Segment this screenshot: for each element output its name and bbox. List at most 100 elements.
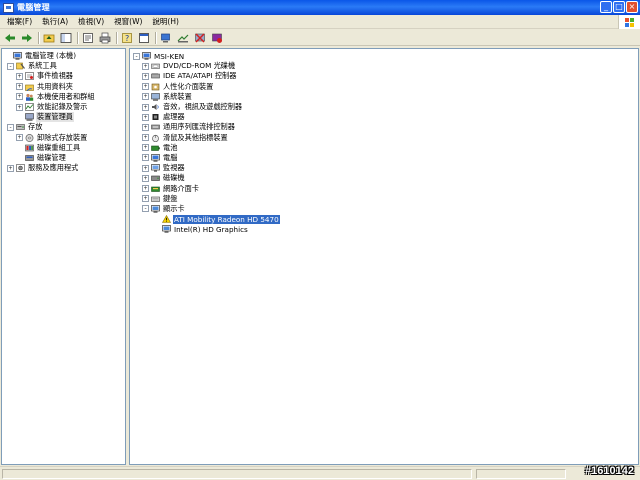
up-level-button[interactable] — [42, 31, 56, 44]
expand-icon[interactable]: + — [142, 164, 149, 172]
tree-node-label: 裝置管理員 — [36, 112, 74, 123]
tree-node-label: 通用序列匯流排控制器 — [163, 122, 235, 132]
print-icon — [99, 32, 111, 43]
sound-icon — [151, 103, 160, 111]
scan-hardware-button[interactable] — [159, 31, 173, 44]
expand-icon[interactable]: + — [142, 123, 149, 131]
expand-icon[interactable]: + — [142, 72, 149, 80]
storage-icon — [16, 123, 25, 131]
collapse-icon[interactable]: - — [7, 62, 14, 70]
device-category-5[interactable]: + 處理器 — [130, 112, 638, 122]
tree-item-0-1[interactable]: + 共用資料夾 — [2, 82, 125, 92]
forward-button[interactable] — [20, 31, 34, 44]
status-cell-secondary — [476, 469, 566, 479]
expand-icon[interactable]: + — [142, 154, 149, 162]
device-category-12[interactable]: + 網路介面卡 — [130, 183, 638, 193]
console-tree-button[interactable] — [137, 31, 151, 44]
device-category-3[interactable]: + 系統裝置 — [130, 92, 638, 102]
expand-icon[interactable]: + — [142, 83, 149, 91]
expand-icon[interactable]: + — [142, 195, 149, 203]
expand-icon[interactable]: + — [16, 93, 23, 101]
tree-node-label: Intel(R) HD Graphics — [174, 224, 248, 234]
tree-item-0-2[interactable]: + 本機使用者和群組 — [2, 92, 125, 102]
tree-node-label: 共用資料夾 — [37, 81, 73, 91]
device-category-6[interactable]: + 通用序列匯流排控制器 — [130, 122, 638, 132]
tree-node-label: ATI Mobility Radeon HD 5470 — [172, 213, 281, 225]
minimize-button[interactable]: _ — [600, 1, 612, 13]
collapse-icon[interactable]: - — [7, 123, 14, 131]
windows-logo-icon — [618, 15, 640, 29]
device-item-14-1[interactable]: Intel(R) HD Graphics — [130, 224, 638, 234]
device-tree-root[interactable]: - MSI-KEN — [130, 51, 638, 61]
tree-group-2[interactable]: + 服務及應用程式 — [2, 163, 125, 173]
tree-group-0[interactable]: - 系統工具 — [2, 61, 125, 71]
device-item-14-0[interactable]: ATI Mobility Radeon HD 5470 — [130, 213, 638, 225]
expand-icon[interactable]: + — [142, 185, 149, 193]
expand-icon[interactable]: + — [16, 72, 23, 80]
maximize-button[interactable]: □ — [613, 1, 625, 13]
disable-button[interactable] — [210, 31, 224, 44]
properties-button[interactable] — [81, 31, 95, 44]
collapse-icon[interactable]: - — [142, 205, 149, 213]
expand-icon[interactable]: + — [142, 174, 149, 182]
device-category-13[interactable]: + 鍵盤 — [130, 194, 638, 204]
menu-window[interactable]: 視窗(W) — [109, 16, 147, 27]
local-users-icon — [25, 93, 34, 101]
device-category-1[interactable]: + IDE ATA/ATAPI 控制器 — [130, 71, 638, 81]
device-category-4[interactable]: + 音效，視訊及遊戲控制器 — [130, 102, 638, 112]
forward-arrow-icon — [22, 33, 32, 42]
toolbar-separator — [38, 31, 39, 44]
device-category-0[interactable]: + DVD/CD-ROM 光碟機 — [130, 61, 638, 71]
device-category-8[interactable]: + 電池 — [130, 143, 638, 153]
expand-icon[interactable]: + — [142, 62, 149, 70]
collapse-icon[interactable]: - — [133, 52, 140, 60]
tree-root-computer-management[interactable]: 電腦管理 (本機) — [2, 51, 125, 61]
expand-icon[interactable]: + — [142, 113, 149, 121]
expand-icon[interactable]: + — [16, 134, 23, 142]
device-category-11[interactable]: + 磁碟機 — [130, 173, 638, 183]
tree-item-0-3[interactable]: + 效能記錄及警示 — [2, 102, 125, 112]
menu-file[interactable]: 檔案(F) — [2, 16, 37, 27]
tree-item-1-1[interactable]: 磁碟重組工具 — [2, 143, 125, 153]
device-category-14[interactable]: - 顯示卡 — [130, 204, 638, 214]
tree-node-label: 磁碟機 — [163, 173, 185, 183]
update-driver-icon — [177, 34, 189, 42]
show-hide-tree-button[interactable] — [59, 31, 73, 44]
tree-item-0-0[interactable]: + 事件檢視器 — [2, 71, 125, 81]
device-tree-pane[interactable]: - MSI-KEN + DVD/CD-ROM 光碟機 + IDE ATA/ATAPI 控制… — [129, 48, 639, 465]
console-tree-pane[interactable]: 電腦管理 (本機) - 系統工具 + 事件檢視器 + 共用資料夾 + 本機使用者和群組 + 效能記錄… — [1, 48, 126, 465]
menu-action[interactable]: 執行(A) — [37, 16, 73, 27]
expand-icon[interactable]: + — [142, 103, 149, 111]
toolbar: ? — [0, 30, 640, 46]
uninstall-button[interactable] — [193, 31, 207, 44]
expand-icon[interactable]: + — [142, 134, 149, 142]
expand-icon[interactable]: + — [142, 144, 149, 152]
tree-item-1-2[interactable]: 磁碟管理 — [2, 153, 125, 163]
expand-icon[interactable]: + — [142, 93, 149, 101]
menu-view[interactable]: 檢視(V) — [73, 16, 109, 27]
tree-node-label: 人性化介面裝置 — [163, 81, 214, 91]
tree-node-label: 系統工具 — [28, 61, 57, 71]
expand-icon[interactable]: + — [16, 83, 23, 91]
display-device-icon — [162, 225, 171, 233]
help-button[interactable]: ? — [120, 31, 134, 44]
tree-item-1-0[interactable]: + 卸除式存放裝置 — [2, 133, 125, 143]
tree-item-0-4[interactable]: 裝置管理員 — [2, 112, 125, 123]
print-button[interactable] — [98, 31, 112, 44]
menu-help[interactable]: 說明(H) — [147, 16, 184, 27]
scan-hardware-icon — [161, 33, 170, 42]
device-category-7[interactable]: + 滑鼠及其他指標裝置 — [130, 133, 638, 143]
network-adapter-icon — [151, 185, 160, 193]
update-driver-button[interactable] — [176, 31, 190, 44]
device-category-2[interactable]: + 人性化介面裝置 — [130, 82, 638, 92]
tree-group-1[interactable]: - 存放 — [2, 122, 125, 132]
expand-icon[interactable]: + — [7, 164, 14, 172]
status-bar — [0, 466, 640, 480]
expand-icon[interactable]: + — [16, 103, 23, 111]
device-category-9[interactable]: + 電腦 — [130, 153, 638, 163]
keyboard-icon — [151, 195, 160, 203]
device-category-10[interactable]: + 監視器 — [130, 163, 638, 173]
close-button[interactable]: × — [626, 1, 638, 13]
back-button[interactable] — [3, 31, 17, 44]
